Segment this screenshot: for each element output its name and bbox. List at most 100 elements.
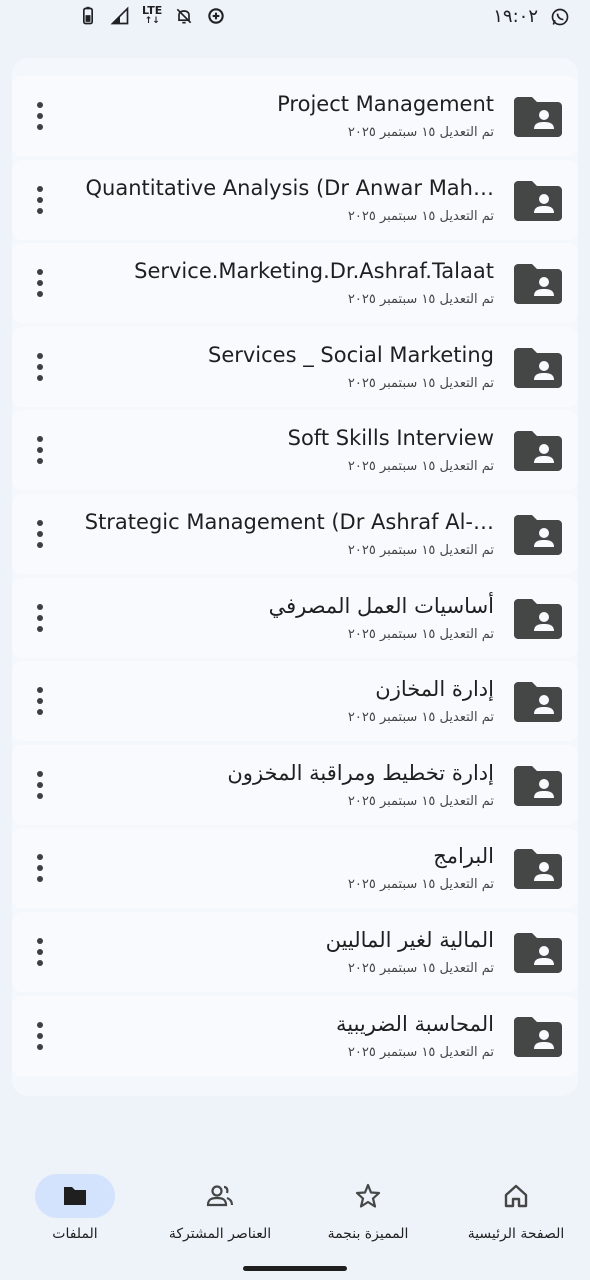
file-list[interactable]: Project Management تم التعديل ١٥ سبتمبر … (12, 58, 578, 1096)
more-dot (37, 1032, 43, 1039)
status-time: ١٩:٠٢ (493, 6, 538, 27)
more-dot (37, 520, 43, 526)
more-dot (37, 854, 43, 861)
more-options-button[interactable] (30, 854, 50, 883)
shared-folder-icon (514, 765, 562, 806)
file-modified-date: تم التعديل ١٥ سبتمبر ٢٠٢٥ (347, 626, 494, 642)
battery-icon (83, 6, 93, 25)
file-title: Project Management (277, 92, 494, 116)
shared-people-icon (206, 1185, 234, 1207)
file-list-item[interactable]: Soft Skills Interview تم التعديل ١٥ سبتم… (12, 410, 578, 491)
more-options-button[interactable] (30, 269, 50, 298)
file-list-item[interactable]: Project Management تم التعديل ١٥ سبتمبر … (12, 76, 578, 156)
more-dot (37, 614, 43, 621)
file-list-item[interactable]: Strategic Management (Dr Ashraf Al-… تم … (12, 494, 578, 574)
file-modified-date: تم التعديل ١٥ سبتمبر ٢٠٢٥ (347, 961, 494, 976)
file-title: المحاسبة الضريبية (335, 1011, 494, 1036)
file-modified-date: تم التعديل ١٥ سبتمبر ٢٠٢٥ (347, 1044, 494, 1060)
more-dot (37, 625, 43, 632)
more-dot (37, 436, 43, 443)
file-modified-date: تم التعديل ١٥ سبتمبر ٢٠٢٥ (347, 125, 494, 140)
file-title: البرامج (433, 844, 494, 869)
more-dot (37, 687, 43, 694)
lte-indicator: LTE ↑↓ (142, 4, 163, 26)
more-options-button[interactable] (30, 102, 50, 130)
file-modified-date: تم التعديل ١٥ سبتمبر ٢٠٢٥ (347, 710, 494, 726)
more-options-button[interactable] (30, 770, 50, 799)
gesture-home-bar[interactable] (243, 1266, 347, 1271)
shared-folder-icon (514, 1016, 562, 1057)
signal-icon (110, 6, 129, 25)
more-options-button[interactable] (30, 687, 50, 716)
file-list-item[interactable]: أساسيات العمل المصرفي تم التعديل ١٥ سبتم… (12, 577, 578, 658)
folder-icon (64, 1187, 86, 1205)
bottom-navigation: الصفحة الرئيسية المميزة بنجمة العناصر ال… (0, 1160, 590, 1280)
file-modified-date: تم التعديل ١٥ سبتمبر ٢٠٢٥ (347, 208, 494, 224)
data-saver-icon (208, 8, 224, 24)
more-dot (37, 207, 43, 214)
more-options-button[interactable] (30, 1021, 50, 1050)
file-modified-date: تم التعديل ١٥ سبتمبر ٢٠٢٥ (347, 375, 494, 391)
nav-home[interactable]: الصفحة الرئيسية (441, 1172, 590, 1262)
more-dot (37, 949, 43, 955)
nav-starred-label: المميزة بنجمة (327, 1226, 409, 1242)
more-dot (37, 363, 43, 370)
more-dot (37, 196, 43, 203)
file-title: Services _ Social Marketing (207, 342, 494, 367)
file-modified-date: تم التعديل ١٥ سبتمبر ٢٠٢٥ (347, 459, 494, 475)
more-dot (37, 938, 43, 944)
file-list-item[interactable]: إدارة تخطيط ومراقبة المخزون تم التعديل ١… (12, 744, 578, 825)
file-list-item[interactable]: Quantitative Analysis (Dr Anwar Mah… تم … (12, 159, 578, 240)
file-list-item[interactable]: Services _ Social Marketing تم التعديل ١… (12, 326, 578, 407)
more-dot (37, 102, 43, 108)
file-list-item[interactable]: Service.Marketing.Dr.Ashraf.Talaat تم ال… (12, 243, 578, 324)
file-title: إدارة المخازن (375, 677, 494, 702)
nav-home-label: الصفحة الرئيسية (467, 1226, 565, 1242)
nav-shared[interactable]: العناصر المشتركة (145, 1172, 295, 1262)
file-list-item[interactable]: المالية لغير الماليين تم التعديل ١٥ سبتم… (12, 912, 578, 992)
nav-files[interactable]: الملفات (0, 1172, 150, 1262)
more-dot (37, 1043, 43, 1050)
status-icons-right: ١٩:٠٢ (493, 6, 570, 27)
file-list-item[interactable]: إدارة المخازن تم التعديل ١٥ سبتمبر ٢٠٢٥ (12, 661, 578, 742)
file-list-item[interactable]: المحاسبة الضريبية تم التعديل ١٥ سبتمبر ٢… (12, 995, 578, 1076)
shared-folder-icon (514, 682, 562, 723)
shared-folder-icon (514, 264, 562, 305)
file-title: المالية لغير الماليين (325, 928, 494, 952)
more-options-button[interactable] (30, 938, 50, 966)
more-options-button[interactable] (30, 520, 50, 548)
more-dot (37, 352, 43, 359)
shared-folder-icon (514, 515, 562, 555)
file-title: Service.Marketing.Dr.Ashraf.Talaat (134, 259, 494, 284)
more-dot (37, 374, 43, 381)
shared-folder-icon (514, 598, 562, 639)
file-title: أساسيات العمل المصرفي (268, 593, 494, 618)
more-options-button[interactable] (30, 185, 50, 214)
nav-files-label: الملفات (52, 1226, 98, 1242)
shared-folder-icon (514, 97, 562, 137)
shared-folder-icon (514, 849, 562, 890)
more-dot (37, 709, 43, 716)
more-options-button[interactable] (30, 352, 50, 381)
more-options-button[interactable] (30, 436, 50, 465)
more-options-button[interactable] (30, 603, 50, 632)
more-dot (37, 291, 43, 298)
shared-folder-icon (514, 347, 562, 388)
shared-folder-icon (514, 933, 562, 973)
status-bar: ١٩:٠٢ LTE ↑↓ (0, 0, 590, 36)
file-modified-date: تم التعديل ١٥ سبتمبر ٢٠٢٥ (347, 543, 494, 558)
notifications-off-icon (176, 8, 192, 24)
more-dot (37, 698, 43, 705)
more-dot (37, 781, 43, 788)
nav-starred[interactable]: المميزة بنجمة (293, 1172, 443, 1262)
more-dot (37, 458, 43, 465)
file-title: Soft Skills Interview (287, 426, 494, 451)
more-dot (37, 1021, 43, 1028)
more-dot (37, 269, 43, 276)
file-title: إدارة تخطيط ومراقبة المخزون (227, 760, 494, 785)
home-icon (504, 1184, 528, 1208)
file-list-item[interactable]: البرامج تم التعديل ١٥ سبتمبر ٢٠٢٥ (12, 828, 578, 909)
more-dot (37, 185, 43, 192)
nav-shared-label: العناصر المشتركة (168, 1226, 272, 1242)
more-dot (37, 531, 43, 537)
